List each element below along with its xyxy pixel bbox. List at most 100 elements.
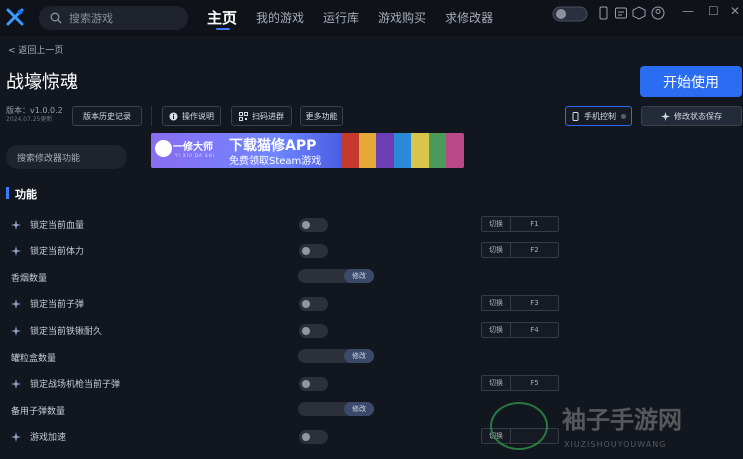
sparkle-icon bbox=[11, 379, 21, 389]
close-icon[interactable]: ✕ bbox=[730, 4, 740, 18]
main-tabs: 主页 我的游戏 运行库 游戏购买 求修改器 bbox=[207, 0, 512, 36]
version-date: 2024.07.25更新 bbox=[6, 116, 53, 123]
watermark-logo-icon bbox=[490, 402, 548, 450]
hotkey-box[interactable]: 切换 F3 bbox=[481, 295, 559, 311]
status-dot bbox=[621, 113, 626, 119]
feature-row: 锁定当前体力 切换 F2 bbox=[0, 238, 743, 264]
top-bar: 搜索游戏 主页 我的游戏 运行库 游戏购买 求修改器 — ☐ ✕ bbox=[0, 0, 743, 36]
modify-button[interactable]: 修改 bbox=[344, 349, 374, 363]
feature-row: 锁定战场机枪当前子弹 切换 F5 bbox=[0, 371, 743, 397]
version-label: 版本：v1.0.0.2 bbox=[6, 106, 63, 115]
feature-label: 香烟数量 bbox=[11, 274, 48, 284]
phone-control-button[interactable]: 手机控制 bbox=[565, 106, 632, 126]
feature-label: 锁定战场机枪当前子弹 bbox=[30, 380, 121, 390]
phone-icon[interactable] bbox=[596, 6, 610, 20]
search-trainer-features-button[interactable]: 搜索修改器功能 bbox=[6, 145, 127, 169]
page-title: 战壕惊魂 bbox=[6, 72, 78, 93]
brand-logo-icon bbox=[155, 140, 172, 157]
feature-row: 锁定当前血量 切换 F1 bbox=[0, 212, 743, 238]
value-input[interactable]: 修改 bbox=[298, 402, 374, 416]
banner-subtitle: 免费领取Steam游戏 bbox=[229, 156, 322, 167]
qr-icon bbox=[239, 111, 248, 121]
sparkle-icon bbox=[11, 220, 21, 230]
info-icon bbox=[169, 112, 178, 120]
search-icon bbox=[50, 12, 62, 24]
feature-toggle[interactable] bbox=[299, 324, 328, 338]
phone-control-label: 手机控制 bbox=[584, 111, 616, 121]
feature-label: 备用子弹数量 bbox=[11, 407, 66, 417]
banner-pinyin: YI XIU DA SHI bbox=[175, 153, 215, 158]
feature-label: 锁定当前血量 bbox=[30, 221, 85, 231]
scan-label: 扫码进群 bbox=[252, 111, 284, 121]
sparkle-icon bbox=[11, 326, 21, 336]
feature-label: 锁定当前铁锹耐久 bbox=[30, 327, 103, 337]
switch-label: 切换 bbox=[482, 376, 511, 390]
feature-label: 锁定当前子弹 bbox=[30, 300, 85, 310]
watermark-title: 袖子手游网 bbox=[562, 406, 682, 434]
minimize-icon[interactable]: — bbox=[682, 4, 694, 18]
tab-game-purchase[interactable]: 游戏购买 bbox=[378, 0, 426, 36]
divider bbox=[151, 106, 152, 126]
search-placeholder: 搜索游戏 bbox=[69, 12, 113, 25]
sparkle-icon bbox=[661, 111, 670, 121]
switch-label: 切换 bbox=[482, 296, 511, 310]
user-icon[interactable] bbox=[651, 6, 665, 20]
cube-icon[interactable] bbox=[632, 6, 646, 20]
hotkey-label: F2 bbox=[530, 246, 539, 254]
sparkle-icon bbox=[11, 299, 21, 309]
scan-button[interactable]: 扫码进群 bbox=[231, 106, 292, 126]
modify-button[interactable]: 修改 bbox=[344, 402, 374, 416]
maximize-icon[interactable]: ☐ bbox=[708, 4, 719, 18]
more-button[interactable]: 更多功能 bbox=[300, 106, 343, 126]
switch-label: 切换 bbox=[482, 323, 511, 337]
phone-icon bbox=[572, 111, 579, 121]
banner-game-art bbox=[341, 133, 464, 168]
feature-label: 锁定当前体力 bbox=[30, 247, 85, 257]
watermark-url: XIUZISHOUYOUWANG bbox=[564, 440, 667, 449]
banner-brand: 一修大师 bbox=[173, 142, 213, 153]
tab-home[interactable]: 主页 bbox=[207, 0, 237, 36]
window-icon[interactable] bbox=[614, 6, 628, 20]
guide-label: 操作说明 bbox=[182, 111, 214, 121]
feature-toggle[interactable] bbox=[299, 377, 328, 391]
promo-banner[interactable]: 一修大师 YI XIU DA SHI 下载猫修APP 免费领取Steam游戏 bbox=[151, 133, 464, 168]
app-logo-icon[interactable] bbox=[6, 8, 24, 26]
feature-label: 罐粒盒数量 bbox=[11, 354, 57, 364]
feature-toggle[interactable] bbox=[299, 297, 328, 311]
switch-label: 切换 bbox=[482, 217, 511, 231]
tab-request-trainer[interactable]: 求修改器 bbox=[445, 0, 493, 36]
version-info: 版本：v1.0.0.2 2024.07.25更新 bbox=[6, 106, 63, 124]
hotkey-label: F3 bbox=[530, 299, 539, 307]
save-state-button[interactable]: 修改状态保存 bbox=[641, 106, 742, 126]
hotkey-box[interactable]: 切换 F2 bbox=[481, 242, 559, 258]
hotkey-label: F5 bbox=[530, 379, 539, 387]
value-input[interactable]: 修改 bbox=[298, 269, 374, 283]
switch-label: 切换 bbox=[482, 243, 511, 257]
start-button[interactable]: 开始使用 bbox=[640, 66, 742, 97]
feature-toggle[interactable] bbox=[299, 218, 328, 232]
back-link[interactable]: < 返回上一页 bbox=[8, 43, 63, 56]
save-state-label: 修改状态保存 bbox=[674, 111, 722, 121]
feature-row: 罐粒盒数量 修改 bbox=[0, 345, 743, 371]
feature-row: 锁定当前铁锹耐久 切换 F4 bbox=[0, 318, 743, 344]
search-input[interactable]: 搜索游戏 bbox=[39, 6, 188, 30]
section-title: 功能 bbox=[6, 186, 37, 202]
hotkey-label: F4 bbox=[530, 326, 539, 334]
hotkey-label: F1 bbox=[530, 220, 539, 228]
hotkey-box[interactable]: 切换 F4 bbox=[481, 322, 559, 338]
watermark: 袖子手游网 XIUZISHOUYOUWANG bbox=[490, 398, 743, 459]
guide-button[interactable]: 操作说明 bbox=[162, 106, 221, 126]
feature-toggle[interactable] bbox=[299, 244, 328, 258]
tab-my-games[interactable]: 我的游戏 bbox=[256, 0, 304, 36]
feature-toggle[interactable] bbox=[299, 430, 328, 444]
sparkle-icon bbox=[11, 246, 21, 256]
modify-button[interactable]: 修改 bbox=[344, 269, 374, 283]
history-button[interactable]: 版本历史记录 bbox=[72, 106, 142, 126]
feature-row: 锁定当前子弹 切换 F3 bbox=[0, 291, 743, 317]
feature-label: 游戏加速 bbox=[30, 433, 67, 443]
toggle-icon[interactable] bbox=[552, 6, 588, 22]
hotkey-box[interactable]: 切换 F5 bbox=[481, 375, 559, 391]
value-input[interactable]: 修改 bbox=[298, 349, 374, 363]
tab-runtime[interactable]: 运行库 bbox=[323, 0, 359, 36]
hotkey-box[interactable]: 切换 F1 bbox=[481, 216, 559, 232]
